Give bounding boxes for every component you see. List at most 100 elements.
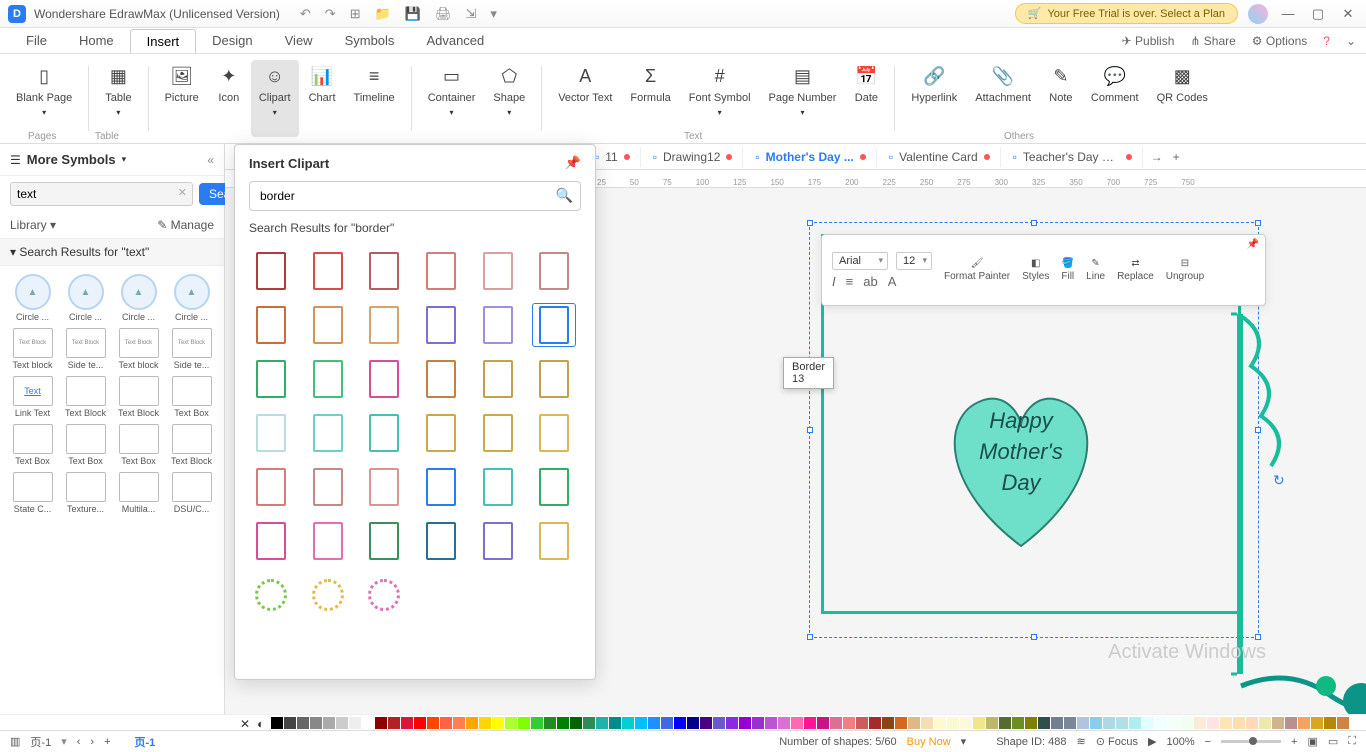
comment-button[interactable]: 💬Comment xyxy=(1083,60,1147,137)
layers-icon[interactable]: ≋ xyxy=(1077,735,1086,748)
new-icon[interactable]: ⊞ xyxy=(350,6,361,22)
buy-now-link[interactable]: Buy Now xyxy=(907,736,951,748)
pin-icon[interactable]: 📌 xyxy=(1247,239,1259,250)
color-swatch[interactable] xyxy=(1077,717,1089,729)
undo-icon[interactable]: ↶ xyxy=(300,6,311,22)
border-thumb-33[interactable] xyxy=(362,519,406,563)
hyperlink-button[interactable]: 🔗Hyperlink xyxy=(903,60,965,137)
color-swatch[interactable] xyxy=(1051,717,1063,729)
color-swatch[interactable] xyxy=(505,717,517,729)
color-swatch[interactable] xyxy=(1090,717,1102,729)
export-icon[interactable]: ⇲ xyxy=(466,6,477,22)
shape-item[interactable]: TextLink Text xyxy=(8,376,57,418)
color-swatch[interactable] xyxy=(609,717,621,729)
border-thumb-39[interactable] xyxy=(362,573,406,617)
border-thumb-10[interactable] xyxy=(419,303,463,347)
table-button[interactable]: ▦Table▾ xyxy=(97,60,139,137)
shape-item[interactable]: Text Block xyxy=(61,376,110,418)
document-tab[interactable]: ▫Teacher's Day G... xyxy=(1003,147,1143,167)
styles-button[interactable]: ◧Styles xyxy=(1022,258,1049,282)
color-swatch[interactable] xyxy=(843,717,855,729)
close-button[interactable]: ✕ xyxy=(1338,6,1358,22)
page-number-button[interactable]: ▤Page Number▾ xyxy=(761,60,845,137)
border-thumb-25[interactable] xyxy=(249,465,293,509)
font-select[interactable]: Arial xyxy=(832,252,888,270)
menu-symbols[interactable]: Symbols xyxy=(329,29,411,53)
color-swatch[interactable] xyxy=(713,717,725,729)
qr-button[interactable]: ▩QR Codes xyxy=(1149,60,1216,137)
shape-item[interactable]: Text BlockText block xyxy=(8,328,57,370)
border-thumb-19[interactable] xyxy=(249,411,293,455)
shape-item[interactable]: Text Block xyxy=(167,424,216,466)
border-thumb-17[interactable] xyxy=(476,357,520,401)
menu-insert[interactable]: Insert xyxy=(130,29,197,53)
border-thumb-9[interactable] xyxy=(362,303,406,347)
document-tab[interactable]: ▫Valentine Card xyxy=(879,147,1001,167)
color-swatch[interactable] xyxy=(1246,717,1258,729)
print-icon[interactable]: 🖨 xyxy=(435,6,452,22)
next-page-icon[interactable]: › xyxy=(90,736,94,748)
presentation-icon[interactable]: ▶ xyxy=(1148,735,1156,748)
note-button[interactable]: ✎Note xyxy=(1041,60,1081,137)
color-swatch[interactable] xyxy=(596,717,608,729)
color-swatch[interactable] xyxy=(544,717,556,729)
focus-toggle[interactable]: ⊙ Focus xyxy=(1096,735,1138,748)
shape-item[interactable]: DSU/C... xyxy=(167,472,216,514)
color-swatch[interactable] xyxy=(1285,717,1297,729)
color-swatch[interactable] xyxy=(986,717,998,729)
manage-link[interactable]: ✎ Manage xyxy=(157,218,214,232)
color-swatch[interactable] xyxy=(1103,717,1115,729)
fit-page-icon[interactable]: ▣ xyxy=(1307,735,1317,748)
collapse-panel-icon[interactable]: « xyxy=(207,153,214,167)
replace-button[interactable]: ⇄Replace xyxy=(1117,258,1154,282)
save-icon[interactable]: 💾 xyxy=(405,6,421,22)
color-swatch[interactable] xyxy=(388,717,400,729)
color-swatch[interactable] xyxy=(362,717,374,729)
border-thumb-21[interactable] xyxy=(362,411,406,455)
shape-item[interactable]: ▲Circle ... xyxy=(61,274,110,322)
collapse-ribbon-icon[interactable]: ⌄ xyxy=(1346,34,1356,48)
color-swatch[interactable] xyxy=(817,717,829,729)
fullscreen-icon[interactable]: ⛶ xyxy=(1348,735,1356,748)
color-swatch[interactable] xyxy=(466,717,478,729)
color-swatch[interactable] xyxy=(414,717,426,729)
color-swatch[interactable] xyxy=(661,717,673,729)
zoom-in-icon[interactable]: + xyxy=(1291,736,1297,748)
color-swatch[interactable] xyxy=(284,717,296,729)
heart-shape[interactable]: Happy Mother's Day xyxy=(921,376,1121,556)
menu-design[interactable]: Design xyxy=(196,29,268,53)
publish-link[interactable]: ✈ Publish xyxy=(1122,34,1175,48)
border-thumb-35[interactable] xyxy=(476,519,520,563)
color-swatch[interactable] xyxy=(1025,717,1037,729)
document-tab[interactable]: ▫Mother's Day ... xyxy=(745,147,876,167)
color-swatch[interactable] xyxy=(1194,717,1206,729)
menu-home[interactable]: Home xyxy=(63,29,130,53)
color-swatch[interactable] xyxy=(1207,717,1219,729)
search-icon[interactable]: 🔍 xyxy=(556,187,573,204)
shape-item[interactable]: ▲Circle ... xyxy=(167,274,216,322)
container-button[interactable]: ▭Container▾ xyxy=(420,60,484,137)
user-avatar[interactable] xyxy=(1248,4,1268,24)
page-list-icon[interactable]: ▥ xyxy=(10,735,20,748)
dropdown-icon[interactable]: ▾ xyxy=(961,735,967,748)
shape-item[interactable]: ▲Circle ... xyxy=(114,274,163,322)
shape-item[interactable]: Text BlockText block xyxy=(114,328,163,370)
ungroup-button[interactable]: ⊟Ungroup xyxy=(1166,258,1204,282)
shape-item[interactable]: Text Box xyxy=(114,424,163,466)
color-swatch[interactable] xyxy=(908,717,920,729)
color-swatch[interactable] xyxy=(583,717,595,729)
border-thumb-24[interactable] xyxy=(532,411,576,455)
formula-button[interactable]: ΣFormula xyxy=(622,60,678,137)
color-swatch[interactable] xyxy=(1311,717,1323,729)
minimize-button[interactable]: — xyxy=(1278,6,1298,21)
shape-item[interactable]: ▲Circle ... xyxy=(8,274,57,322)
italic-icon[interactable]: I xyxy=(832,274,836,289)
shape-item[interactable]: Texture... xyxy=(61,472,110,514)
color-swatch[interactable] xyxy=(895,717,907,729)
zoom-slider[interactable] xyxy=(1221,740,1281,743)
border-thumb-28[interactable] xyxy=(419,465,463,509)
color-swatch[interactable] xyxy=(323,717,335,729)
shape-button[interactable]: ⬠Shape▾ xyxy=(485,60,533,137)
menu-view[interactable]: View xyxy=(269,29,329,53)
color-swatch[interactable] xyxy=(739,717,751,729)
